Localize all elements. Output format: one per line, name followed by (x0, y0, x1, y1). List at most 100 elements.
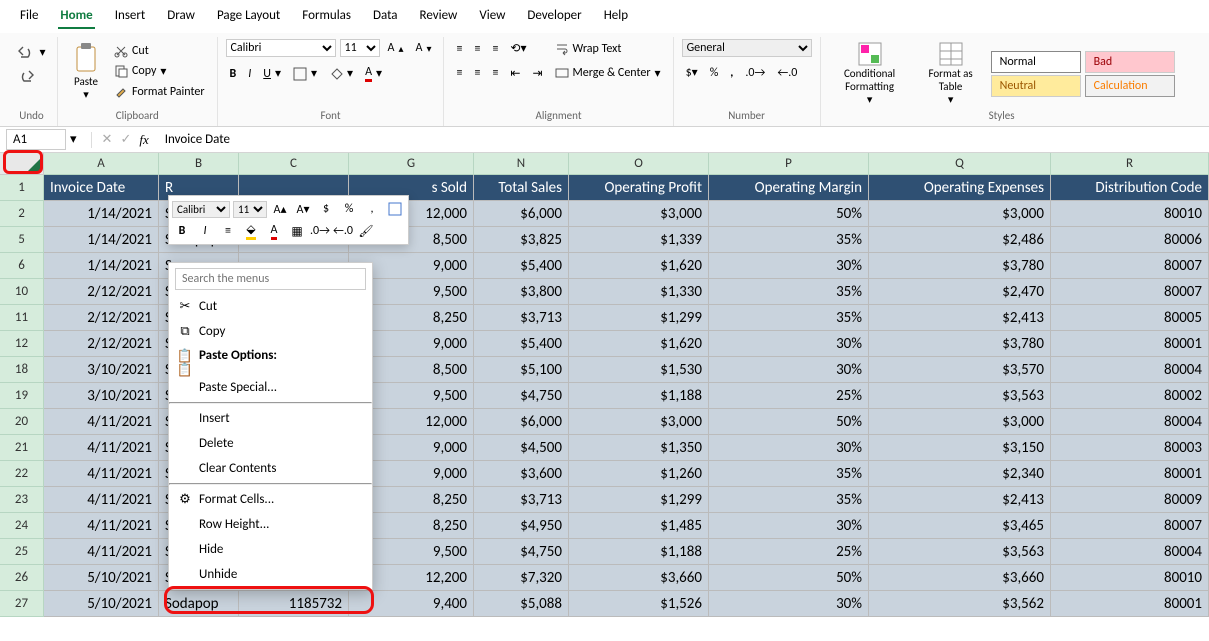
cell-O23[interactable]: $1,299 (569, 487, 709, 513)
cell-O27[interactable]: $1,526 (569, 591, 709, 617)
cell-R24[interactable]: 80007 (1051, 513, 1209, 539)
cell-R18[interactable]: 80004 (1051, 357, 1209, 383)
increase-decimal-button[interactable]: .0→ (741, 64, 769, 82)
cell-R10[interactable]: 80007 (1051, 279, 1209, 305)
cell-N22[interactable]: $3,600 (474, 461, 569, 487)
name-box[interactable] (6, 129, 66, 150)
align-top-button[interactable]: ≡ (452, 40, 466, 58)
cell-R23[interactable]: 80009 (1051, 487, 1209, 513)
cell-N19[interactable]: $4,750 (474, 383, 569, 409)
mini-borders[interactable]: ▦ (287, 221, 307, 241)
copy-button[interactable]: Copy▾ (110, 62, 209, 81)
mini-font-select[interactable]: Calibri (172, 201, 230, 218)
cell-Q2[interactable]: $3,000 (869, 201, 1051, 227)
cell-Q22[interactable]: $2,340 (869, 461, 1051, 487)
fx-icon[interactable]: fx (139, 132, 148, 148)
menu-review[interactable]: Review (418, 4, 460, 29)
cell-R27[interactable]: 80001 (1051, 591, 1209, 617)
redo-button[interactable] (13, 68, 49, 86)
cell-A5[interactable]: 1/14/2021 (44, 227, 159, 253)
context-paste-default[interactable]: 📋 (169, 365, 372, 375)
fill-color-button[interactable]: ▾ (325, 64, 357, 83)
cell-P21[interactable]: 30% (709, 435, 869, 461)
cut-button[interactable]: Cut (110, 42, 209, 60)
cell-Q27[interactable]: $3,562 (869, 591, 1051, 617)
cell-P10[interactable]: 35% (709, 279, 869, 305)
align-right-button[interactable]: ≡ (488, 64, 502, 82)
mini-dec-decimal[interactable]: ←.0 (333, 221, 353, 241)
row-header-26[interactable]: 26 (0, 565, 44, 591)
menu-draw[interactable]: Draw (165, 4, 197, 29)
cell-N24[interactable]: $4,950 (474, 513, 569, 539)
cell-A22[interactable]: 4/11/2021 (44, 461, 159, 487)
mini-italic[interactable]: I (195, 221, 215, 241)
style-bad[interactable]: Bad (1085, 51, 1175, 73)
context-cut[interactable]: ✂Cut (169, 294, 372, 319)
italic-button[interactable]: I (244, 65, 255, 83)
cell-P25[interactable]: 25% (709, 539, 869, 565)
row-header-20[interactable]: 20 (0, 409, 44, 435)
mini-align[interactable]: ≡ (218, 221, 238, 241)
mini-table[interactable] (385, 199, 405, 219)
cell-A27[interactable]: 5/10/2021 (44, 591, 159, 617)
cell-O24[interactable]: $1,485 (569, 513, 709, 539)
cell-Q25[interactable]: $3,563 (869, 539, 1051, 565)
cell-R5[interactable]: 80006 (1051, 227, 1209, 253)
format-as-table-button[interactable]: Format as Table▾ (915, 39, 987, 108)
decrease-font-button[interactable]: A▾ (411, 39, 435, 57)
cell-A26[interactable]: 5/10/2021 (44, 565, 159, 591)
cell-R26[interactable]: 80010 (1051, 565, 1209, 591)
cell-A11[interactable]: 2/12/2021 (44, 305, 159, 331)
menu-view[interactable]: View (477, 4, 507, 29)
row-header-21[interactable]: 21 (0, 435, 44, 461)
cell-A20[interactable]: 4/11/2021 (44, 409, 159, 435)
cell-Q26[interactable]: $3,660 (869, 565, 1051, 591)
cell-N2[interactable]: $6,000 (474, 201, 569, 227)
col-header-P[interactable]: P (709, 153, 869, 175)
number-format-select[interactable]: General (682, 39, 812, 57)
style-normal[interactable]: Normal (991, 51, 1081, 73)
cell-A24[interactable]: 4/11/2021 (44, 513, 159, 539)
menu-help[interactable]: Help (602, 4, 630, 29)
style-neutral[interactable]: Neutral (991, 75, 1081, 97)
header-cell-N[interactable]: Total Sales (474, 175, 569, 201)
cell-O22[interactable]: $1,260 (569, 461, 709, 487)
percent-button[interactable]: % (706, 64, 723, 82)
cell-Q18[interactable]: $3,570 (869, 357, 1051, 383)
context-row-height[interactable]: Row Height... (169, 512, 372, 537)
cell-O25[interactable]: $1,188 (569, 539, 709, 565)
font-color-button[interactable]: A▾ (361, 63, 386, 84)
cell-P24[interactable]: 30% (709, 513, 869, 539)
cell-Q24[interactable]: $3,465 (869, 513, 1051, 539)
cell-R22[interactable]: 80001 (1051, 461, 1209, 487)
cell-R25[interactable]: 80004 (1051, 539, 1209, 565)
menu-page-layout[interactable]: Page Layout (215, 4, 282, 29)
row-header-19[interactable]: 19 (0, 383, 44, 409)
cell-P22[interactable]: 35% (709, 461, 869, 487)
cell-N25[interactable]: $4,750 (474, 539, 569, 565)
font-size-select[interactable]: 11 (340, 39, 380, 57)
cell-N5[interactable]: $3,825 (474, 227, 569, 253)
cell-P11[interactable]: 35% (709, 305, 869, 331)
align-center-button[interactable]: ≡ (470, 64, 484, 82)
borders-button[interactable]: ▾ (289, 64, 321, 83)
formula-value[interactable]: Invoice Date (157, 132, 230, 147)
merge-center-button[interactable]: Merge & Center▾ (551, 64, 665, 83)
cell-O10[interactable]: $1,330 (569, 279, 709, 305)
context-paste-special[interactable]: Paste Special... (169, 375, 372, 400)
cell-A12[interactable]: 2/12/2021 (44, 331, 159, 357)
cell-Q5[interactable]: $2,486 (869, 227, 1051, 253)
cell-P12[interactable]: 30% (709, 331, 869, 357)
font-name-select[interactable]: Calibri (226, 39, 336, 57)
col-header-Q[interactable]: Q (869, 153, 1051, 175)
row-header-11[interactable]: 11 (0, 305, 44, 331)
row-header-12[interactable]: 12 (0, 331, 44, 357)
cell-Q12[interactable]: $3,780 (869, 331, 1051, 357)
cell-R21[interactable]: 80003 (1051, 435, 1209, 461)
row-header-10[interactable]: 10 (0, 279, 44, 305)
align-middle-button[interactable]: ≡ (470, 40, 484, 58)
row-header-1[interactable]: 1 (0, 175, 44, 201)
cell-N21[interactable]: $4,500 (474, 435, 569, 461)
increase-indent-button[interactable]: ⇥ (528, 64, 546, 83)
context-search-input[interactable] (175, 268, 366, 290)
